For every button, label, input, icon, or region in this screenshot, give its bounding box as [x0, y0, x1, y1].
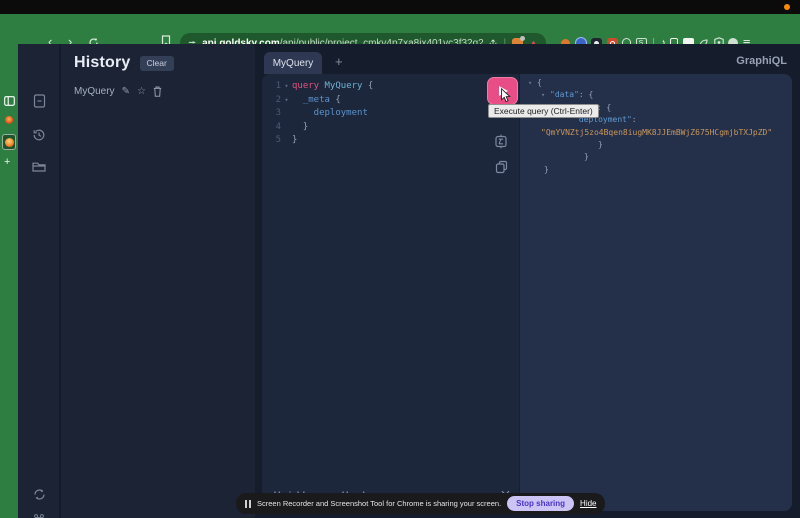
folder-icon[interactable]: [18, 161, 60, 173]
tab-favicon-icon[interactable]: [5, 116, 13, 124]
browser-toolbar: ‹ › api.goldsky.com/api/public/project_c…: [0, 14, 800, 54]
delete-trash-icon[interactable]: [153, 86, 162, 97]
docs-icon[interactable]: [18, 94, 60, 108]
hide-toast-link[interactable]: Hide: [580, 499, 596, 508]
edit-label-icon[interactable]: ✎: [122, 86, 130, 97]
browser-tab-rail: +: [0, 44, 18, 518]
mouse-cursor: [501, 88, 511, 103]
graphiql-workspace: MyQuery + GraphiQL 1 ▾ query MyQuery {2 ▾ _…: [255, 44, 800, 518]
execute-tooltip-text: Execute query (Ctrl-Enter): [494, 106, 593, 116]
screen-sharing-toast: Screen Recorder and Screenshot Tool for …: [236, 493, 605, 514]
session-panel: 1 ▾ query MyQuery {2 ▾ _meta {3 deployment 4…: [262, 74, 792, 511]
sidebar-toggle-icon[interactable]: [4, 93, 15, 111]
favorite-star-icon[interactable]: ☆: [137, 86, 146, 97]
execute-tooltip: Execute query (Ctrl-Enter): [488, 104, 599, 118]
query-editor[interactable]: 1 ▾ query MyQuery {2 ▾ _meta {3 deployment 4…: [262, 74, 520, 511]
query-tab-label: MyQuery: [272, 57, 314, 69]
active-tab-tile[interactable]: [2, 134, 16, 150]
screen: ‹ › api.goldsky.com/api/public/project_c…: [0, 0, 800, 518]
execute-query-button[interactable]: [487, 77, 518, 105]
copy-query-icon[interactable]: [495, 160, 508, 179]
active-tab-favicon-icon: [4, 137, 14, 147]
recording-indicator-dot: [784, 4, 790, 10]
query-tab[interactable]: MyQuery: [264, 52, 322, 74]
shortcuts-icon[interactable]: ⌘: [18, 512, 60, 518]
clear-history-button[interactable]: Clear: [139, 55, 174, 71]
new-tab-plus-icon[interactable]: +: [4, 156, 10, 168]
response-lines: ▾{▾"data": {▾"_meta": {"deployment":"QmY…: [528, 78, 773, 174]
sharing-message: Screen Recorder and Screenshot Tool for …: [257, 499, 502, 508]
graphiql-sidebar: ⌘ ⚙: [18, 44, 60, 518]
top-black-band: [0, 0, 800, 14]
stop-sharing-button[interactable]: Stop sharing: [507, 496, 575, 511]
pause-icon: [245, 499, 251, 508]
response-panel: ▾{▾"data": {▾"_meta": {"deployment":"QmY…: [520, 74, 792, 511]
prettify-query-icon[interactable]: [494, 134, 508, 154]
refetch-schema-icon[interactable]: [18, 488, 60, 501]
history-icon[interactable]: [18, 128, 60, 142]
history-title: History: [74, 54, 131, 71]
add-tab-button[interactable]: +: [335, 54, 343, 69]
history-item-label: MyQuery: [74, 86, 115, 97]
graphiql-logo: GraphiQL: [736, 55, 787, 67]
history-item[interactable]: MyQuery ✎ ☆: [61, 72, 255, 97]
query-editor-lines: 1 ▾ query MyQuery {2 ▾ _meta {3 deployment 4…: [275, 81, 374, 145]
history-panel: History Clear MyQuery ✎ ☆: [61, 44, 255, 518]
